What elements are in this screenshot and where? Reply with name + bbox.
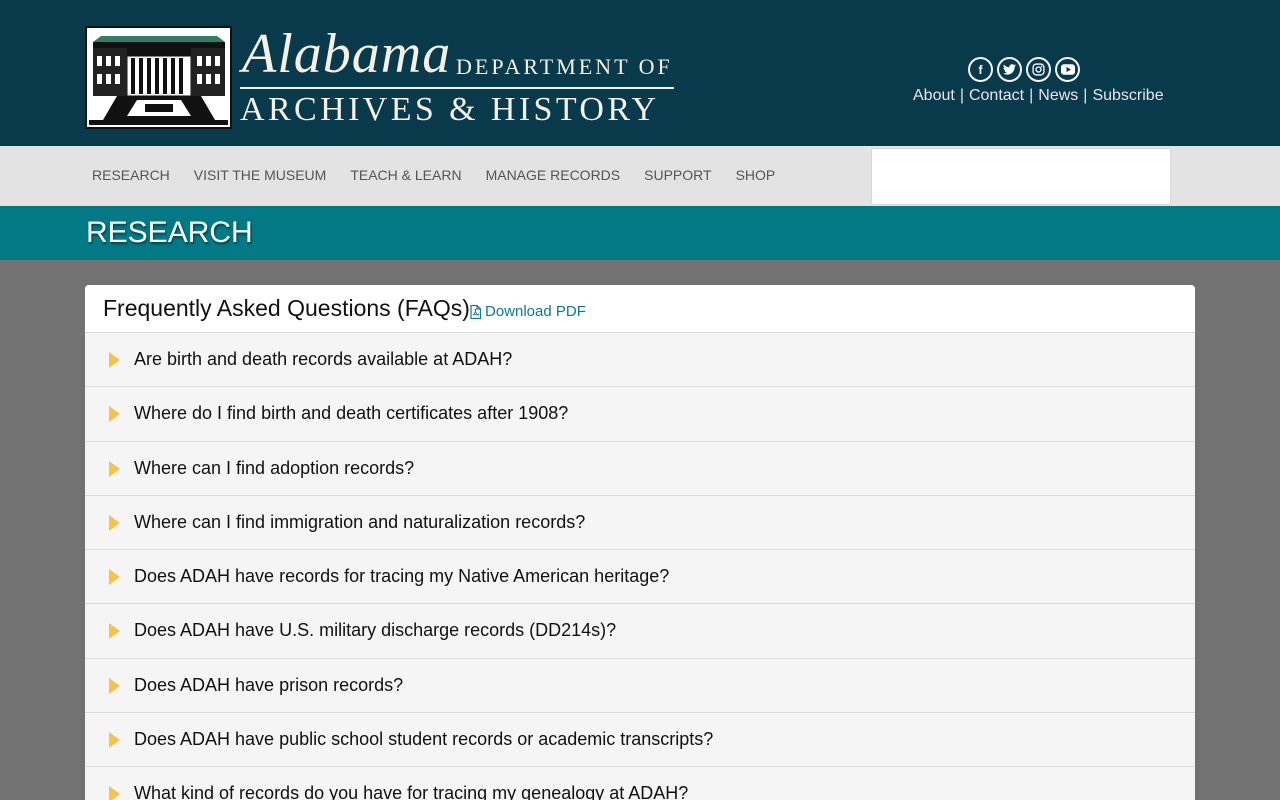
contact-link[interactable]: Contact xyxy=(969,87,1024,104)
faq-question: Does ADAH have public school student rec… xyxy=(134,729,714,750)
caret-right-icon xyxy=(109,514,120,531)
faq-question: Where do I find birth and death certific… xyxy=(134,403,569,424)
logo-divider xyxy=(240,87,674,89)
subscribe-link[interactable]: Subscribe xyxy=(1092,87,1163,104)
faq-item[interactable]: Does ADAH have U.S. military discharge r… xyxy=(85,604,1195,659)
nav-item-manage-records[interactable]: MANAGE RECORDS xyxy=(486,167,621,183)
faq-item[interactable]: Are birth and death records available at… xyxy=(85,333,1195,388)
nav-item-shop[interactable]: SHOP xyxy=(736,167,776,183)
faq-question: Where can I find immigration and natural… xyxy=(134,511,586,532)
caret-right-icon xyxy=(109,460,120,477)
caret-right-icon xyxy=(109,352,120,368)
instagram-icon[interactable] xyxy=(1026,57,1051,82)
faq-question: What kind of records do you have for tra… xyxy=(134,783,689,800)
search-input[interactable] xyxy=(871,148,1171,205)
nav-item-research[interactable]: RESEARCH xyxy=(92,167,170,183)
caret-right-icon xyxy=(109,677,120,694)
faq-question: Does ADAH have prison records? xyxy=(134,674,404,695)
link-separator: | xyxy=(959,87,964,104)
link-separator: | xyxy=(1029,87,1034,104)
faq-question: Does ADAH have U.S. military discharge r… xyxy=(134,620,617,641)
nav-menu: RESEARCH VISIT THE MUSEUM TEACH & LEARN … xyxy=(92,167,775,183)
caret-right-icon xyxy=(109,732,120,749)
faq-item[interactable]: Does ADAH have prison records? xyxy=(85,658,1195,714)
faq-item[interactable]: Where can I find adoption records? xyxy=(85,441,1195,496)
faq-panel: Frequently Asked Questions (FAQs) Downlo… xyxy=(85,285,1195,800)
logo-archives-text: ARCHIVES & HISTORY xyxy=(240,91,660,128)
faq-title: Frequently Asked Questions (FAQs) xyxy=(103,295,470,321)
logo-department-text: DEPARTMENT OF xyxy=(456,54,673,79)
news-link[interactable]: News xyxy=(1038,87,1078,104)
social-links: f xyxy=(968,57,1080,82)
faq-header: Frequently Asked Questions (FAQs) Downlo… xyxy=(85,285,1195,333)
section-banner: RESEARCH xyxy=(0,206,1280,260)
faq-item[interactable]: Where can I find immigration and natural… xyxy=(85,495,1195,551)
site-logo-wordmark[interactable]: Alabama DEPARTMENT OF ARCHIVES & HISTORY xyxy=(240,24,680,130)
faq-question: Where can I find adoption records? xyxy=(134,457,415,478)
site-header: Alabama DEPARTMENT OF ARCHIVES & HISTORY… xyxy=(0,0,1280,146)
page-title: RESEARCH xyxy=(86,216,253,249)
nav-item-teach-and-learn[interactable]: TEACH & LEARN xyxy=(350,167,461,183)
link-separator: | xyxy=(1083,87,1088,104)
download-pdf-link[interactable]: Download PDF xyxy=(470,303,586,320)
faq-item[interactable]: What kind of records do you have for tra… xyxy=(85,767,1195,800)
faq-question: Does ADAH have records for tracing my Na… xyxy=(134,566,670,587)
nav-item-visit-the-museum[interactable]: VISIT THE MUSEUM xyxy=(194,167,327,183)
faq-question: Are birth and death records available at… xyxy=(134,349,513,369)
caret-right-icon xyxy=(109,406,120,423)
adah-building-logo[interactable] xyxy=(85,26,232,129)
facebook-glyph: f xyxy=(978,62,983,77)
nav-item-support[interactable]: SUPPORT xyxy=(644,167,711,183)
facebook-icon[interactable]: f xyxy=(968,57,993,82)
twitter-icon[interactable] xyxy=(997,57,1022,82)
utility-links: About | Contact | News | Subscribe xyxy=(913,87,1164,105)
faq-item[interactable]: Does ADAH have records for tracing my Na… xyxy=(85,550,1195,605)
faq-item[interactable]: Where do I find birth and death certific… xyxy=(85,387,1195,442)
about-link[interactable]: About xyxy=(913,87,955,104)
faq-item[interactable]: Does ADAH have public school student rec… xyxy=(85,713,1195,768)
youtube-icon[interactable] xyxy=(1055,57,1080,82)
caret-right-icon xyxy=(109,623,120,640)
logo-script-text: Alabama xyxy=(242,23,452,85)
caret-right-icon xyxy=(109,786,120,800)
pdf-file-icon xyxy=(470,304,481,319)
caret-right-icon xyxy=(109,569,120,586)
download-pdf-label: Download PDF xyxy=(485,303,586,320)
